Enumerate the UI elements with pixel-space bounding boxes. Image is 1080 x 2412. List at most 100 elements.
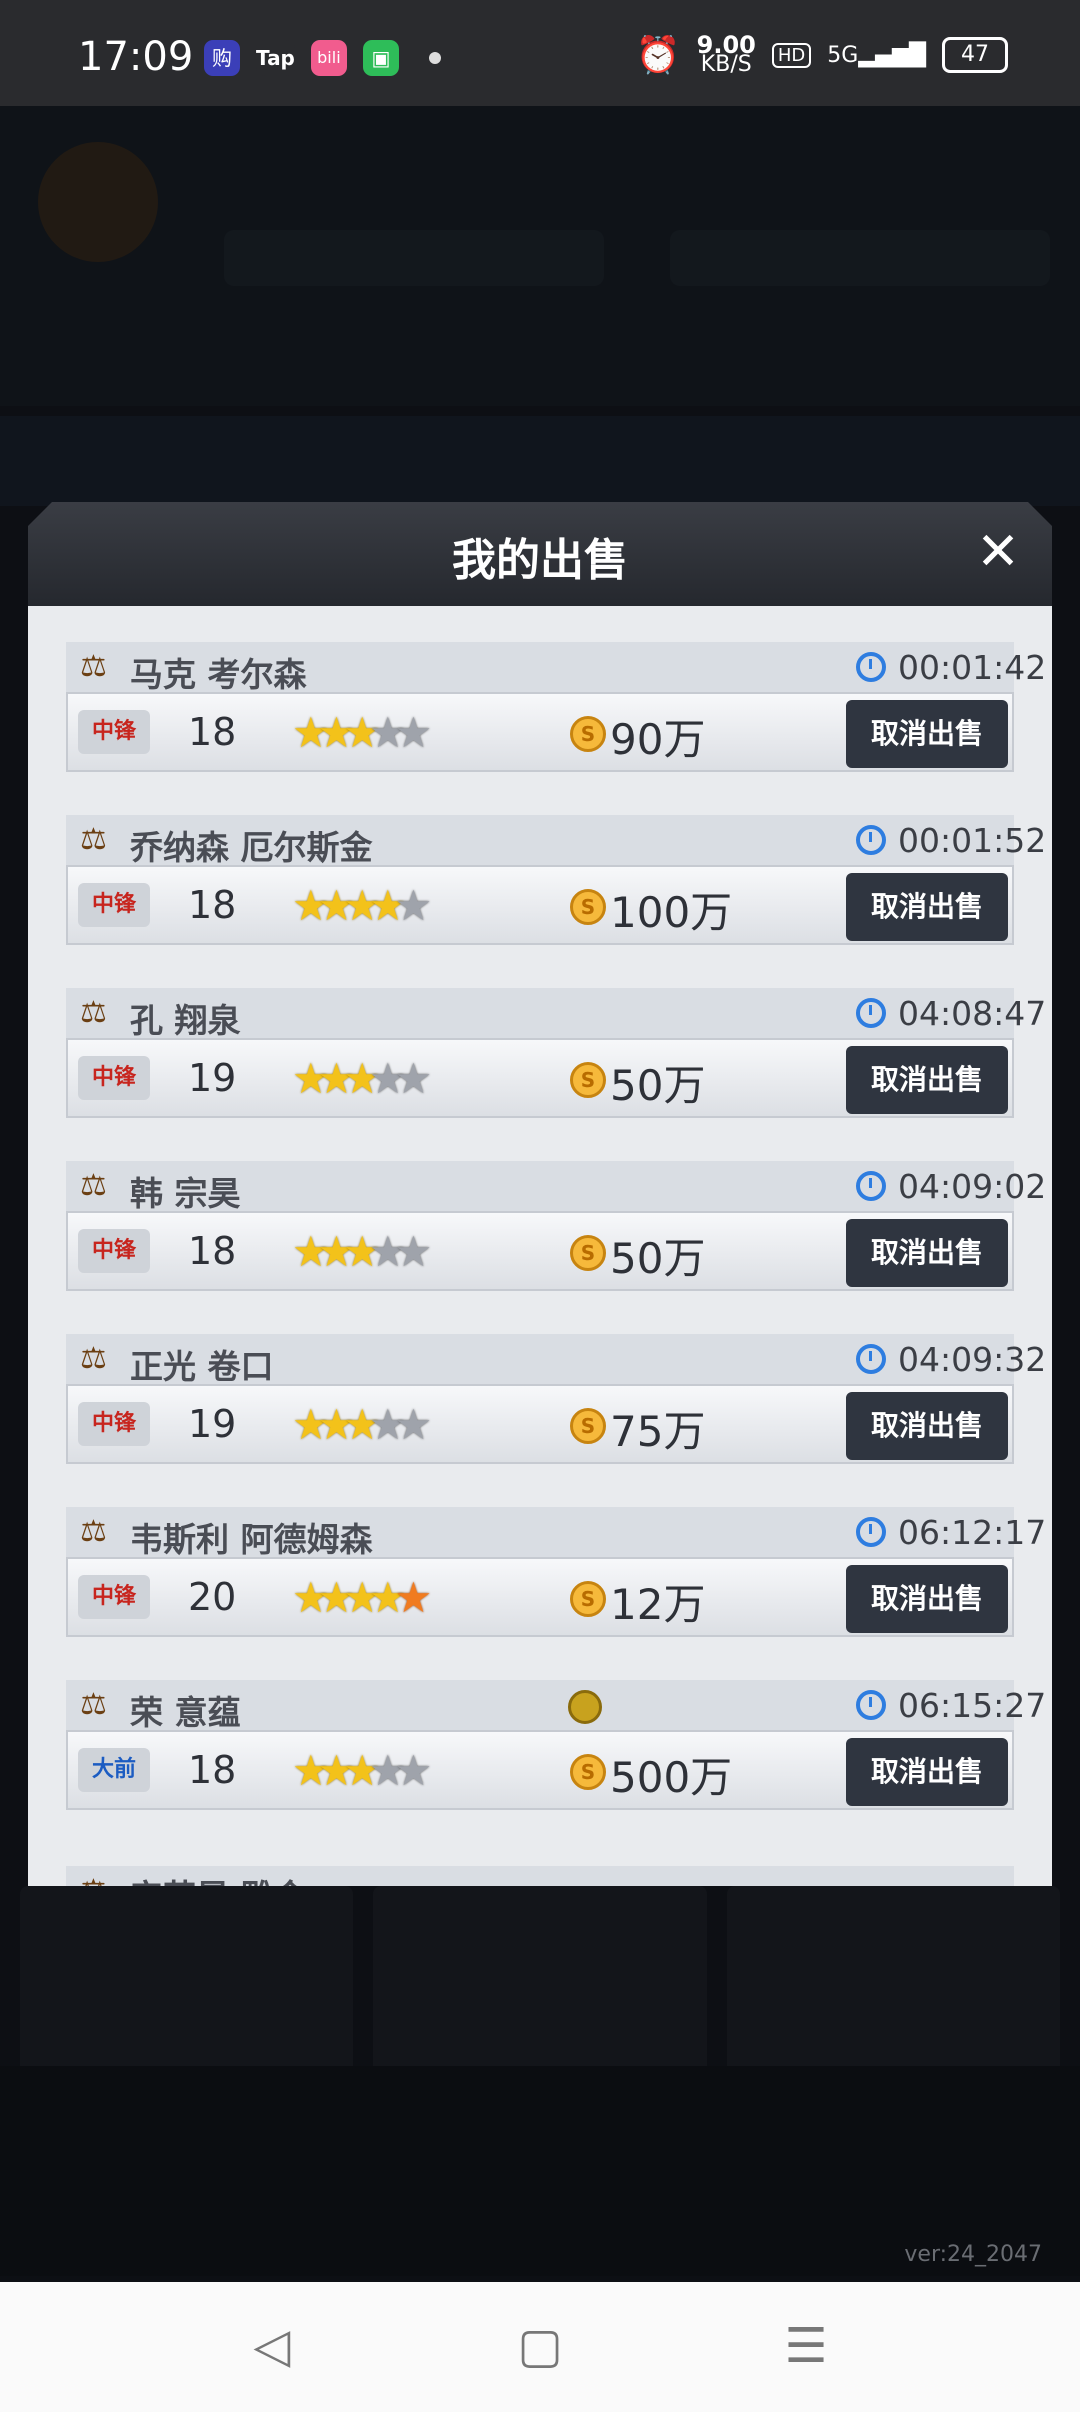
gavel-icon: ⚖ bbox=[80, 1514, 107, 1549]
item-details: 大前 18 ★★★★★ S 500万 取消出售 bbox=[66, 1730, 1014, 1810]
more-notifications-dot bbox=[428, 52, 441, 64]
remaining-time: 06:15:27 bbox=[898, 1686, 1047, 1725]
app-icon-taptap: Tap bbox=[256, 40, 295, 76]
signal-icon: 5G▂▄▆█ bbox=[827, 42, 926, 68]
sales-list: ⚖ 马克 考尔森 00:01:42 中锋 18 ★★★★★ S 90万 取消出售 ⚖ 乔纳森 厄尔斯… bbox=[66, 642, 1046, 1853]
position-badge: 中锋 bbox=[78, 1229, 150, 1273]
position-badge: 中锋 bbox=[78, 1402, 150, 1446]
position-badge: 中锋 bbox=[78, 1575, 150, 1619]
network-speed: 9.00 KB/S bbox=[696, 31, 756, 77]
gavel-icon: ⚖ bbox=[80, 1872, 118, 1886]
remaining-time: 00:01:42 bbox=[898, 648, 1047, 687]
remaining-time: 00:01:52 bbox=[898, 821, 1047, 860]
app-icon-shopping: 购 bbox=[204, 40, 240, 76]
item-details: 中锋 19 ★★★★★ S 50万 取消出售 bbox=[66, 1038, 1014, 1118]
coin-icon: S bbox=[570, 716, 606, 752]
gavel-icon: ⚖ bbox=[80, 822, 107, 857]
stopwatch-icon bbox=[856, 652, 886, 682]
item-header: ⚖ 韦斯利 阿德姆森 06:12:17 bbox=[66, 1507, 1046, 1559]
coin-icon: S bbox=[570, 1754, 606, 1790]
coin-icon: S bbox=[570, 1408, 606, 1444]
battery-icon: 47 bbox=[942, 37, 1008, 73]
system-nav-bar: ◁ ▢ ☰ bbox=[0, 2282, 1080, 2412]
remaining-time: 04:09:02 bbox=[898, 1167, 1047, 1206]
sales-list-container[interactable]: ⚖ 马克 考尔森 00:01:42 中锋 18 ★★★★★ S 90万 取消出售 ⚖ 乔纳森 厄尔斯… bbox=[28, 606, 1052, 1886]
my-sales-modal: 我的出售 ✕ ⚖ 马克 考尔森 00:01:42 中锋 18 ★★★★★ S 90万 取消出售 ⚖… bbox=[28, 502, 1052, 1886]
cancel-sale-button[interactable]: 取消出售 bbox=[846, 1046, 1008, 1114]
coin-icon: S bbox=[570, 889, 606, 925]
item-details: 中锋 18 ★★★★★ S 50万 取消出售 bbox=[66, 1211, 1014, 1291]
sale-list-item: ⚖ 荣 意蕴 06:15:27 大前 18 ★★★★★ S 500万 取消出售 bbox=[66, 1680, 1046, 1853]
version-label: ver:24_2047 bbox=[904, 2242, 1042, 2267]
gavel-icon: ⚖ bbox=[80, 995, 107, 1030]
position-badge: 中锋 bbox=[78, 883, 150, 927]
sale-price: 75万 bbox=[610, 1407, 706, 1456]
status-indicators: ⏰ 9.00 KB/S HD 5G▂▄▆█ 47 bbox=[635, 31, 1008, 77]
sale-list-item: ⚖ 马克 考尔森 00:01:42 中锋 18 ★★★★★ S 90万 取消出售 bbox=[66, 642, 1046, 815]
item-header: ⚖ 乔纳森 厄尔斯金 00:01:52 bbox=[66, 815, 1046, 867]
item-details: 中锋 18 ★★★★★ S 90万 取消出售 bbox=[66, 692, 1014, 772]
sale-price: 50万 bbox=[610, 1234, 706, 1283]
notification-icons: 购 Tap bili ▣ bbox=[204, 40, 441, 76]
gavel-icon: ⚖ bbox=[80, 1341, 107, 1376]
player-level: 18 bbox=[188, 883, 237, 927]
star-rating: ★★★★★ bbox=[292, 1400, 432, 1449]
app-icon-bilibili: bili bbox=[310, 40, 347, 76]
medal-icon bbox=[568, 1690, 602, 1724]
status-time: 17:09 bbox=[78, 34, 194, 80]
remaining-time: 06:12:17 bbox=[898, 1513, 1047, 1552]
stopwatch-icon bbox=[856, 1344, 886, 1374]
gavel-icon: ⚖ bbox=[80, 1687, 107, 1722]
coin-icon: S bbox=[570, 1235, 606, 1271]
position-badge: 大前 bbox=[78, 1748, 150, 1792]
modal-header: 我的出售 bbox=[28, 502, 1052, 606]
home-icon[interactable]: ▢ bbox=[510, 2316, 570, 2376]
sale-price: 100万 bbox=[610, 888, 733, 937]
player-name: 韩 宗昊 bbox=[130, 1174, 241, 1213]
item-header: ⚖ 韩 宗昊 04:09:02 bbox=[66, 1161, 1046, 1213]
player-name: 马克 考尔森 bbox=[130, 655, 307, 694]
gavel-icon: ⚖ bbox=[80, 649, 107, 684]
stopwatch-icon bbox=[856, 1517, 886, 1547]
item-details: 中锋 19 ★★★★★ S 75万 取消出售 bbox=[66, 1384, 1014, 1464]
item-header: ⚖ 孔 翔泉 04:08:47 bbox=[66, 988, 1046, 1040]
player-level: 18 bbox=[188, 1748, 237, 1792]
player-name: 安苏晨 雕金 bbox=[130, 1870, 307, 1886]
cancel-sale-button[interactable]: 取消出售 bbox=[846, 873, 1008, 941]
position-badge: 中锋 bbox=[78, 1056, 150, 1100]
sale-price: 500万 bbox=[610, 1753, 733, 1802]
star-rating: ★★★★★ bbox=[292, 1227, 432, 1276]
star-rating: ★★★★★ bbox=[292, 708, 432, 757]
remaining-time: 04:09:32 bbox=[898, 1340, 1047, 1379]
stopwatch-icon bbox=[856, 1171, 886, 1201]
sale-list-item: ⚖ 韦斯利 阿德姆森 06:12:17 中锋 20 ★★★★★ S 12万 取消出售 bbox=[66, 1507, 1046, 1680]
recents-icon[interactable]: ☰ bbox=[776, 2316, 836, 2376]
sale-list-item: ⚖ 正光 卷口 04:09:32 中锋 19 ★★★★★ S 75万 取消出售 bbox=[66, 1334, 1046, 1507]
cancel-sale-button[interactable]: 取消出售 bbox=[846, 1219, 1008, 1287]
cancel-sale-button[interactable]: 取消出售 bbox=[846, 1565, 1008, 1633]
close-icon[interactable]: ✕ bbox=[970, 524, 1026, 580]
sale-price: 12万 bbox=[610, 1580, 706, 1629]
remaining-time: 04:08:47 bbox=[898, 994, 1047, 1033]
item-header: ⚖ 正光 卷口 04:09:32 bbox=[66, 1334, 1046, 1386]
item-details: 中锋 20 ★★★★★ S 12万 取消出售 bbox=[66, 1557, 1014, 1637]
sale-price: 90万 bbox=[610, 715, 706, 764]
position-badge: 中锋 bbox=[78, 710, 150, 754]
coin-icon: S bbox=[570, 1581, 606, 1617]
hd-badge: HD bbox=[771, 42, 812, 68]
star-rating: ★★★★★ bbox=[292, 1746, 432, 1795]
back-icon[interactable]: ◁ bbox=[242, 2316, 302, 2376]
cancel-sale-button[interactable]: 取消出售 bbox=[846, 1738, 1008, 1806]
app-icon-messages: ▣ bbox=[362, 40, 399, 76]
cancel-sale-button[interactable]: 取消出售 bbox=[846, 700, 1008, 768]
item-details: 中锋 18 ★★★★★ S 100万 取消出售 bbox=[66, 865, 1014, 945]
player-level: 19 bbox=[188, 1402, 237, 1446]
player-name: 正光 卷口 bbox=[130, 1347, 274, 1386]
cancel-sale-button[interactable]: 取消出售 bbox=[846, 1392, 1008, 1460]
player-level: 18 bbox=[188, 1229, 237, 1273]
item-header: ⚖ 马克 考尔森 00:01:42 bbox=[66, 642, 1046, 694]
gavel-icon: ⚖ bbox=[80, 1168, 107, 1203]
alarm-icon: ⏰ bbox=[635, 35, 681, 76]
player-name: 孔 翔泉 bbox=[130, 1001, 241, 1040]
sale-list-item: ⚖ 乔纳森 厄尔斯金 00:01:52 中锋 18 ★★★★★ S 100万 取消出售 bbox=[66, 815, 1046, 988]
